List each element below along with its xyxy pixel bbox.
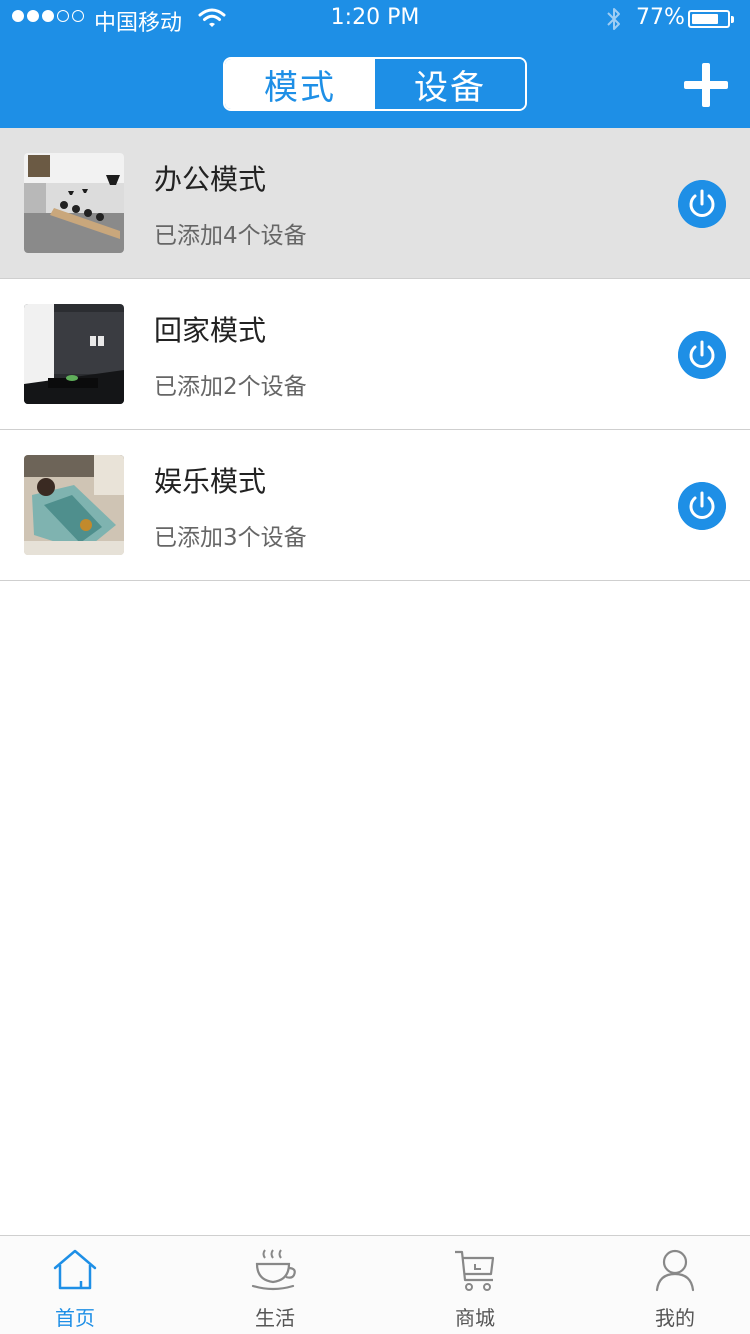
mode-device-count: 已添加3个设备 [154, 525, 307, 551]
mode-title: 娱乐模式 [154, 465, 267, 498]
shopping-cart-icon [455, 1250, 495, 1291]
tab-life[interactable]: 生活 [200, 1236, 350, 1334]
battery-icon [688, 10, 734, 28]
home-icon [53, 1249, 97, 1290]
list-item[interactable]: 娱乐模式 已添加3个设备 [0, 430, 750, 581]
list-item[interactable]: 回家模式 已添加2个设备 [0, 279, 750, 430]
home-thumbnail [24, 304, 124, 404]
segment-mode[interactable]: 模式 [225, 59, 375, 109]
plus-icon[interactable] [684, 63, 728, 107]
list-item[interactable]: 办公模式 已添加4个设备 [0, 128, 750, 279]
office-thumbnail [24, 153, 124, 253]
tab-label: 首页 [55, 1306, 95, 1330]
mode-device-count: 已添加2个设备 [154, 374, 307, 400]
mode-title: 回家模式 [154, 314, 267, 347]
tab-label: 我的 [655, 1306, 695, 1330]
battery-level [692, 14, 718, 24]
mode-title: 办公模式 [154, 163, 267, 196]
bluetooth-icon [607, 8, 620, 30]
mode-device-segmented-control[interactable]: 模式 设备 [223, 57, 527, 111]
battery-percent: 77% [636, 5, 685, 30]
power-icon[interactable] [678, 180, 726, 228]
tab-label: 商城 [455, 1306, 495, 1330]
tab-mall[interactable]: 商城 [400, 1236, 550, 1334]
mode-list: 办公模式 已添加4个设备 回家模式 已添加2个设备 娱乐模式 已添加3个设备 [0, 128, 750, 581]
status-bar: 中国移动 1:20 PM 77% [0, 0, 750, 40]
mode-device-count: 已添加4个设备 [154, 223, 307, 249]
tab-home[interactable]: 首页 [0, 1236, 150, 1334]
coffee-cup-icon [251, 1249, 296, 1291]
top-bar: 中国移动 1:20 PM 77% 模式 设备 [0, 0, 750, 128]
power-icon[interactable] [678, 482, 726, 530]
segment-device[interactable]: 设备 [375, 59, 525, 109]
user-icon [655, 1249, 695, 1292]
tab-mine[interactable]: 我的 [600, 1236, 750, 1334]
power-icon[interactable] [678, 331, 726, 379]
bottom-tab-bar: 首页 生活 商城 我的 [0, 1235, 750, 1334]
tab-label: 生活 [255, 1306, 295, 1330]
entertainment-thumbnail [24, 455, 124, 555]
